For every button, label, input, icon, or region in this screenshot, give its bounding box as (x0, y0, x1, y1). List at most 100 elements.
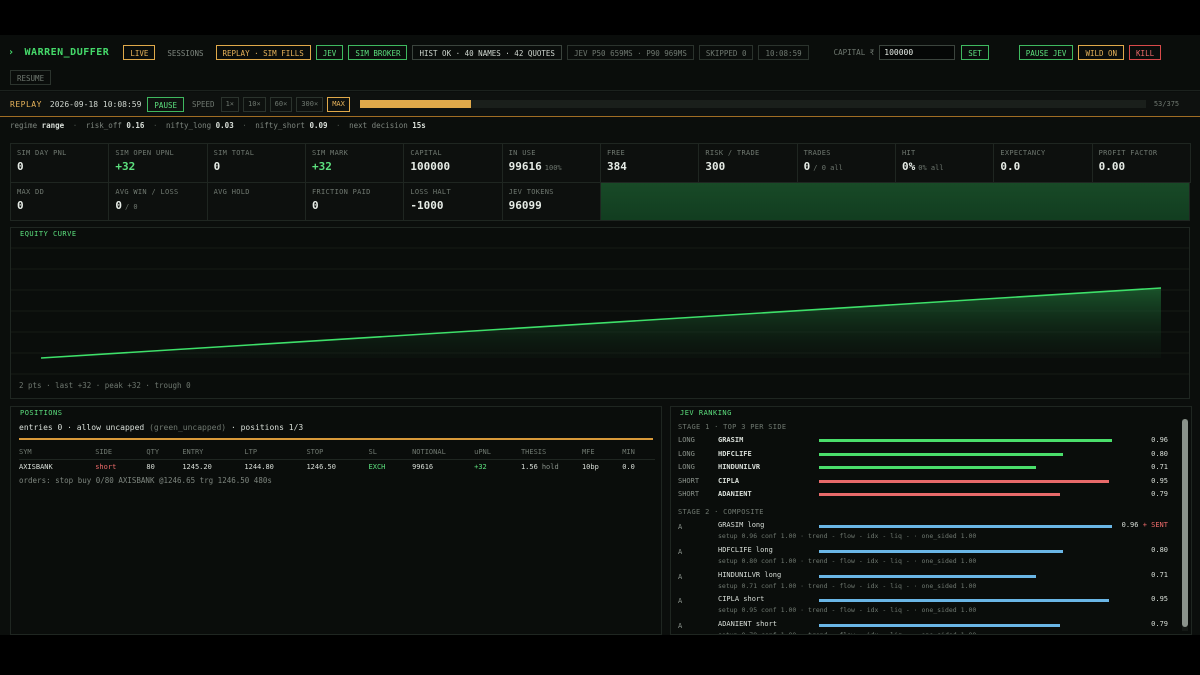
positions-column-header[interactable]: STOP (306, 447, 369, 460)
speed-60x-button[interactable]: 60× (269, 96, 293, 112)
replay-progress-bar[interactable] (359, 100, 1146, 108)
top-bar: › WARREN_DUFFER LIVE SESSIONS REPLAY · S… (0, 35, 1200, 91)
positions-column-header[interactable]: MIN (622, 447, 655, 460)
jev-ranking-panel: JEV RANKING STAGE 1 · TOP 3 PER SIDE STA… (670, 406, 1192, 635)
capital-input[interactable]: 100000 (879, 45, 956, 60)
stat-cell: AVG WIN / LOSS 0/ 0 (108, 181, 208, 221)
equity-curve-title: EQUITY CURVE (20, 230, 77, 238)
stat-label: CAPITAL (410, 149, 442, 157)
kill-button[interactable]: KILL (1129, 45, 1162, 60)
rank-bar (819, 549, 1063, 553)
stat-value: 0/ 0 (115, 199, 200, 212)
set-capital-button[interactable]: SET (961, 45, 989, 60)
rank-score: 0.80 (1151, 546, 1168, 554)
chevron-right-icon[interactable]: › (8, 47, 15, 58)
speed-1x-button[interactable]: 1× (220, 96, 240, 112)
ranking-scrollbar-thumb[interactable] (1182, 419, 1188, 627)
speed-label: SPEED (192, 99, 215, 109)
replay-datetime: 2026-09-18 10:08:59 (49, 99, 142, 109)
rank-side: SHORT (678, 490, 700, 498)
rank-bar (819, 452, 1063, 456)
rank-score-value: 0.80 (1151, 545, 1168, 554)
stat-value-text: +32 (312, 160, 332, 173)
rank-symbol: HDFCLIFE (718, 449, 752, 458)
positions-column-header[interactable]: SL (368, 447, 413, 460)
stage1-row[interactable]: SHORT ADANIENT 0.79 (678, 490, 1178, 502)
stat-value: 300 (705, 160, 790, 173)
stage2-row[interactable]: A ADANIENT short 0.79 setup 0.79 conf 1.00… (678, 620, 1178, 634)
next-decision-label: next decision (349, 121, 408, 130)
stage1-row[interactable]: LONG HDFCLIFE 0.80 (678, 450, 1178, 462)
stat-label: AVG WIN / LOSS (115, 187, 179, 196)
sim-broker-button[interactable]: SIM BROKER (348, 45, 408, 60)
rank-detail: setup 0.80 conf 1.00 · trend - flow - id… (718, 556, 977, 565)
rank-score: 0.71 (1151, 463, 1168, 471)
stat-value-text: 100000 (410, 160, 451, 173)
positions-column-header[interactable]: QTY (146, 447, 183, 460)
rank-bar (819, 574, 1036, 578)
stat-value-text: 96099 (508, 198, 542, 212)
replay-pause-button[interactable]: PAUSE (147, 96, 184, 112)
stat-value: 384 (607, 160, 692, 173)
stat-value-text: +32 (115, 160, 136, 173)
stage2-row[interactable]: A HINDUNILVR long 0.71 setup 0.71 conf 1.0… (678, 571, 1178, 595)
position-ltp: 1244.80 (244, 463, 274, 471)
positions-column-header[interactable]: uPNL (474, 447, 521, 460)
stat-value-text: 99616 (508, 160, 542, 173)
positions-column-header[interactable]: SYM (19, 447, 96, 460)
replay-label: REPLAY (10, 99, 42, 109)
positions-column-header[interactable]: THESIS (520, 447, 582, 460)
positions-column-header[interactable]: NOTIONAL (412, 447, 475, 460)
speed-max-button[interactable]: MAX (327, 96, 350, 112)
positions-column-header[interactable]: MFE (581, 447, 623, 460)
table-row[interactable]: AXISBANK short 80 1245.20 1244.80 1246.50 EXCH… (19, 460, 655, 471)
rank-score-value: 0.96 (1121, 521, 1139, 529)
rank-bar (819, 599, 1109, 603)
stage1-label: STAGE 1 · TOP 3 PER SIDE (678, 423, 787, 431)
positions-column-header[interactable]: SIDE (95, 447, 147, 460)
stat-value: -1000 (410, 199, 495, 212)
capital-label: CAPITAL ₹ (833, 48, 875, 57)
nifty-long-value: 0.03 (215, 121, 234, 130)
stat-cell: FREE 384 (600, 143, 700, 183)
ranking-scrollbar[interactable] (1182, 419, 1188, 631)
risk-off-value: 0.16 (126, 121, 145, 130)
rank-symbol: CIPLA (718, 476, 740, 485)
rank-score: 0.79 (1151, 490, 1168, 498)
stat-label: IN USE (508, 149, 536, 157)
stage1-row[interactable]: SHORT CIPLA 0.95 (678, 477, 1178, 489)
stat-value: 0 (312, 199, 397, 212)
stat-cell: MAX DD 0 (10, 181, 110, 221)
rank-bar (819, 624, 1060, 628)
stat-cell: LOSS HALT -1000 (403, 181, 503, 221)
position-upnl: +32 (474, 463, 487, 471)
stage2-row[interactable]: A CIPLA short 0.95 setup 0.95 conf 1.00 · … (678, 595, 1178, 619)
replay-sim-fills-button[interactable]: REPLAY · SIM FILLS (215, 45, 311, 60)
rank-symbol: GRASIM (718, 436, 744, 444)
stat-label: SIM TOTAL (213, 149, 255, 157)
position-thesis: 1.56 hold (521, 460, 582, 471)
rank-side: LONG (678, 436, 695, 444)
jev-button[interactable]: JEV (315, 45, 344, 60)
stage2-row[interactable]: A HDFCLIFE long 0.80 setup 0.80 conf 1.00 … (678, 546, 1178, 570)
rank-bar (819, 466, 1036, 469)
stage1-row[interactable]: LONG GRASIM 0.96 (678, 436, 1178, 448)
stage1-row[interactable]: LONG HINDUNILVR 0.71 (678, 463, 1178, 475)
speed-10x-button[interactable]: 10× (243, 96, 266, 112)
speed-300x-button[interactable]: 300× (296, 96, 324, 112)
resume-button[interactable]: RESUME (10, 70, 52, 85)
positions-column-header[interactable]: LTP (244, 447, 307, 460)
equity-curve-chart (11, 247, 1189, 375)
stat-value: 99616 100% (509, 160, 594, 173)
rank-detail: setup 0.96 conf 1.00 · trend - flow - id… (718, 532, 977, 540)
pause-jev-button[interactable]: PAUSE JEV (1018, 45, 1074, 60)
positions-column-header[interactable]: ENTRY (182, 447, 245, 460)
wild-on-button[interactable]: WILD ON (1078, 45, 1125, 60)
stage2-row[interactable]: A GRASIM long 0.96 + SENT setup 0.96 conf 1… (678, 521, 1178, 545)
rank-score: 0.96 (1151, 436, 1168, 444)
live-button[interactable]: LIVE (123, 45, 156, 60)
sessions-button[interactable]: SESSIONS (160, 45, 210, 60)
rank-score: 0.80 (1151, 449, 1168, 458)
stat-value-text: 0.0 (1000, 160, 1021, 173)
app-window: › WARREN_DUFFER LIVE SESSIONS REPLAY · S… (0, 35, 1200, 635)
